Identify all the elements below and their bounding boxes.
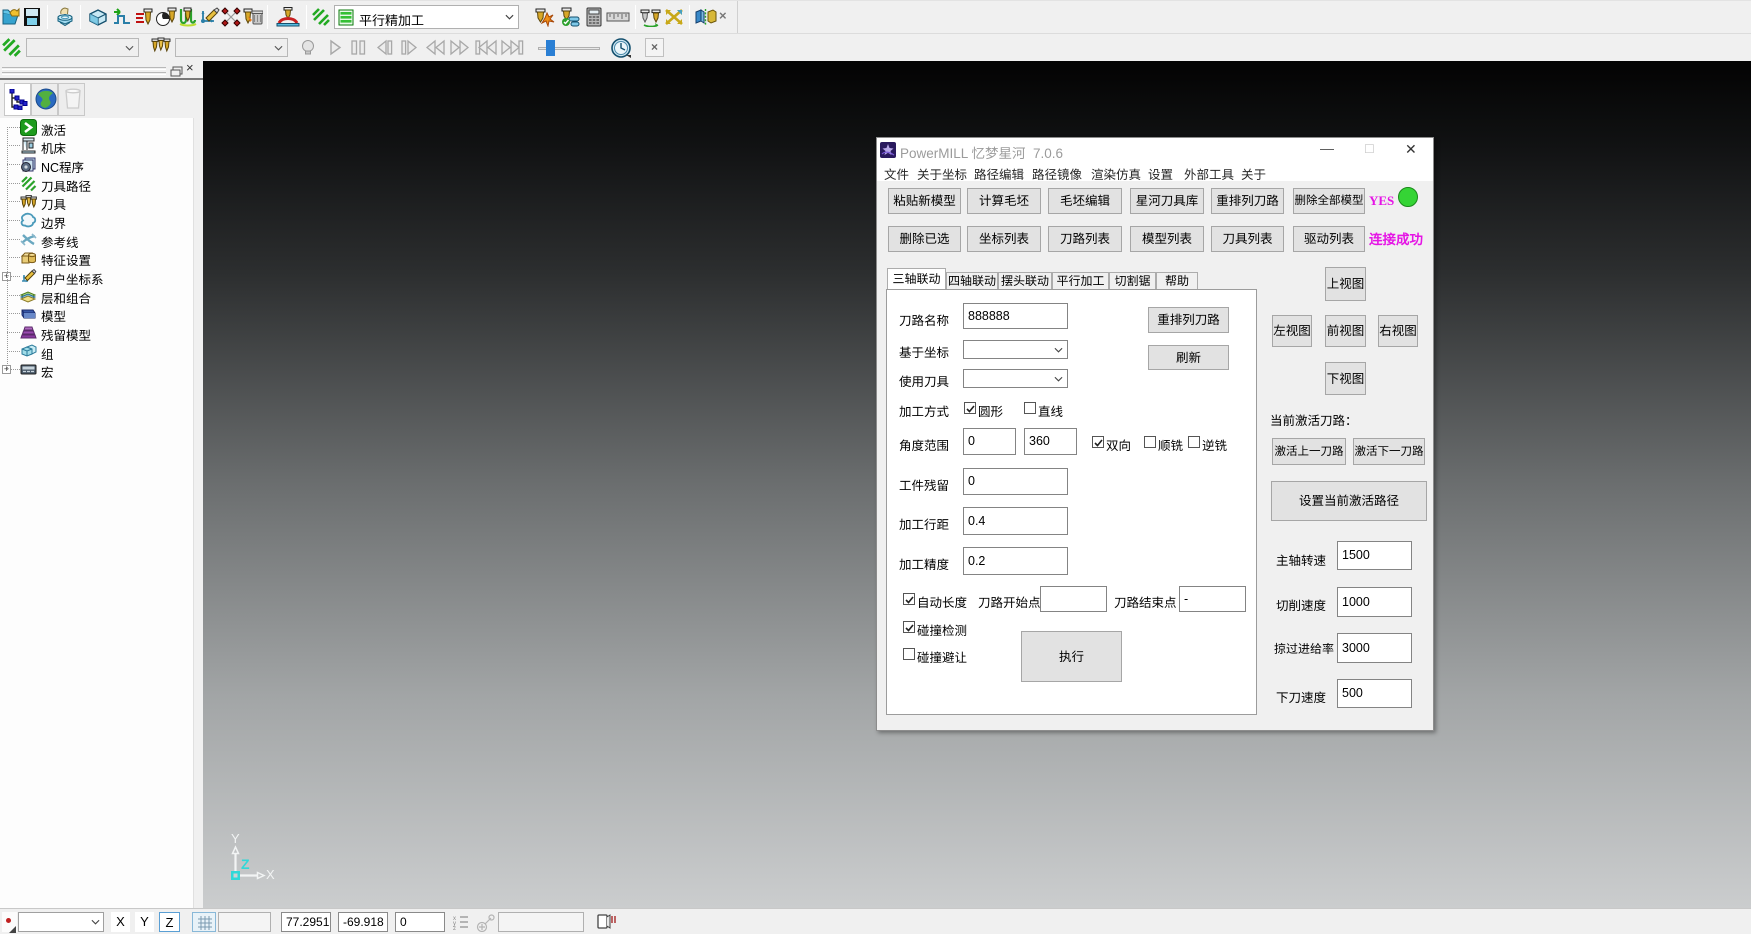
svg-text:Z: Z xyxy=(241,856,250,872)
svg-text:X: X xyxy=(266,867,275,882)
svg-text:z: z xyxy=(453,926,456,931)
svg-text:Y: Y xyxy=(231,832,240,846)
